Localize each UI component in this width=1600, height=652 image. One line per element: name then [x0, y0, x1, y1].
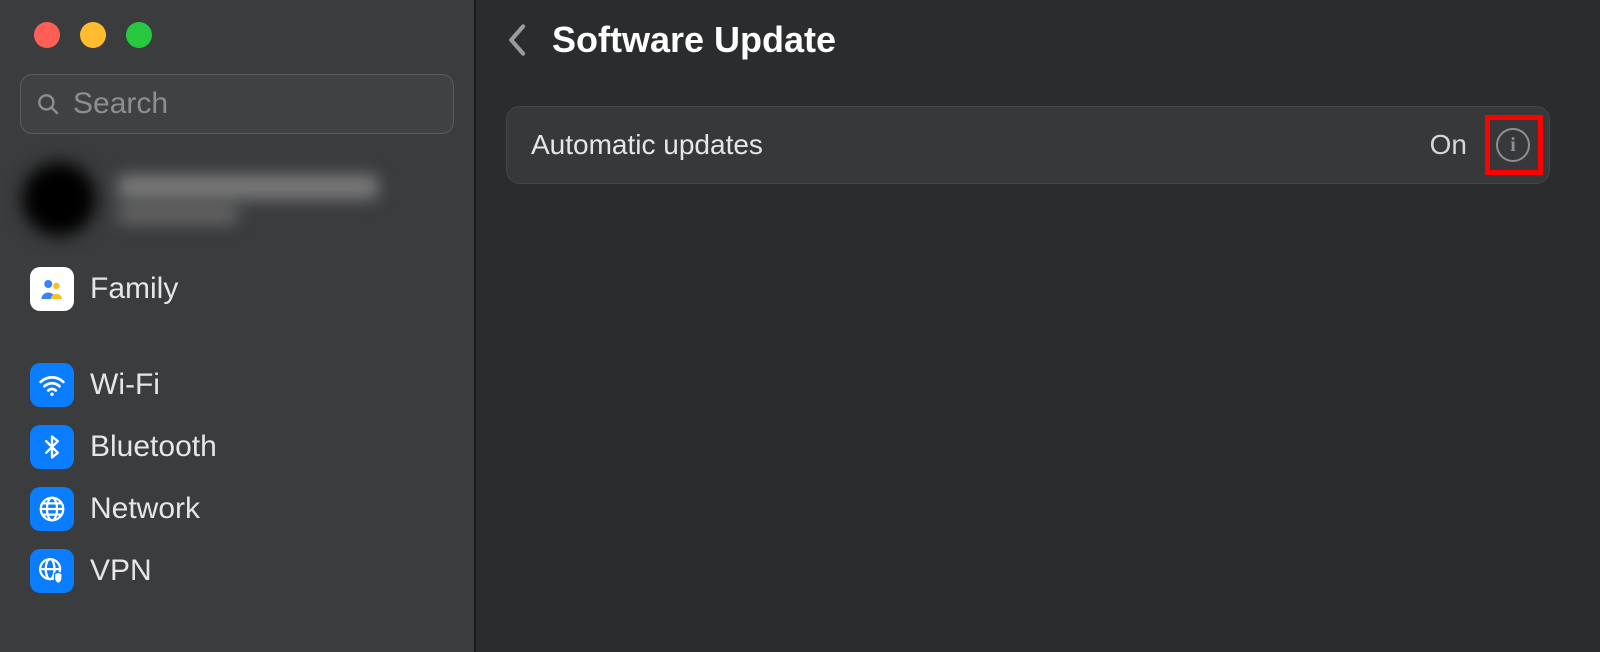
- nav-group-2: Wi-Fi Bluetooth: [0, 354, 474, 602]
- bluetooth-icon: [30, 425, 74, 469]
- search-wrap: [20, 74, 454, 134]
- wifi-icon: [30, 363, 74, 407]
- sidebar-item-wifi[interactable]: Wi-Fi: [0, 354, 474, 416]
- sidebar-item-vpn[interactable]: VPN: [0, 540, 474, 602]
- user-avatar: [20, 160, 98, 238]
- main-header: Software Update: [506, 18, 1550, 62]
- minimize-window-button[interactable]: [80, 22, 106, 48]
- automatic-updates-row: Automatic updates On i: [507, 107, 1549, 183]
- sidebar-item-network[interactable]: Network: [0, 478, 474, 540]
- highlight-box: i: [1485, 115, 1543, 175]
- maximize-window-button[interactable]: [126, 22, 152, 48]
- back-button[interactable]: [496, 18, 540, 62]
- sidebar-item-bluetooth[interactable]: Bluetooth: [0, 416, 474, 478]
- sidebar-item-label: Network: [90, 492, 200, 526]
- sidebar-item-label: Family: [90, 272, 178, 306]
- chevron-left-icon: [507, 23, 529, 57]
- network-icon: [30, 487, 74, 531]
- sidebar-item-family[interactable]: Family: [0, 258, 474, 320]
- automatic-updates-info-button[interactable]: i: [1496, 128, 1530, 162]
- vpn-icon: [30, 549, 74, 593]
- family-icon: [30, 267, 74, 311]
- close-window-button[interactable]: [34, 22, 60, 48]
- window-controls: [0, 22, 474, 48]
- search-field[interactable]: [20, 74, 454, 134]
- page-title: Software Update: [552, 19, 836, 61]
- sidebar: Family Wi-Fi: [0, 0, 476, 652]
- info-icon: i: [1510, 135, 1516, 155]
- system-settings-window: Family Wi-Fi: [0, 0, 1600, 652]
- main-content: Software Update Automatic updates On i: [476, 0, 1600, 652]
- settings-card: Automatic updates On i: [506, 106, 1550, 184]
- sidebar-item-label: Bluetooth: [90, 430, 217, 464]
- automatic-updates-label: Automatic updates: [531, 129, 763, 161]
- search-icon: [35, 91, 61, 117]
- account-row[interactable]: [20, 160, 454, 238]
- sidebar-item-label: Wi-Fi: [90, 368, 160, 402]
- nav-group-1: Family: [0, 258, 474, 320]
- sidebar-item-label: VPN: [90, 554, 152, 588]
- automatic-updates-value: On: [1430, 129, 1467, 161]
- account-text: [118, 175, 378, 223]
- search-input[interactable]: [73, 87, 439, 121]
